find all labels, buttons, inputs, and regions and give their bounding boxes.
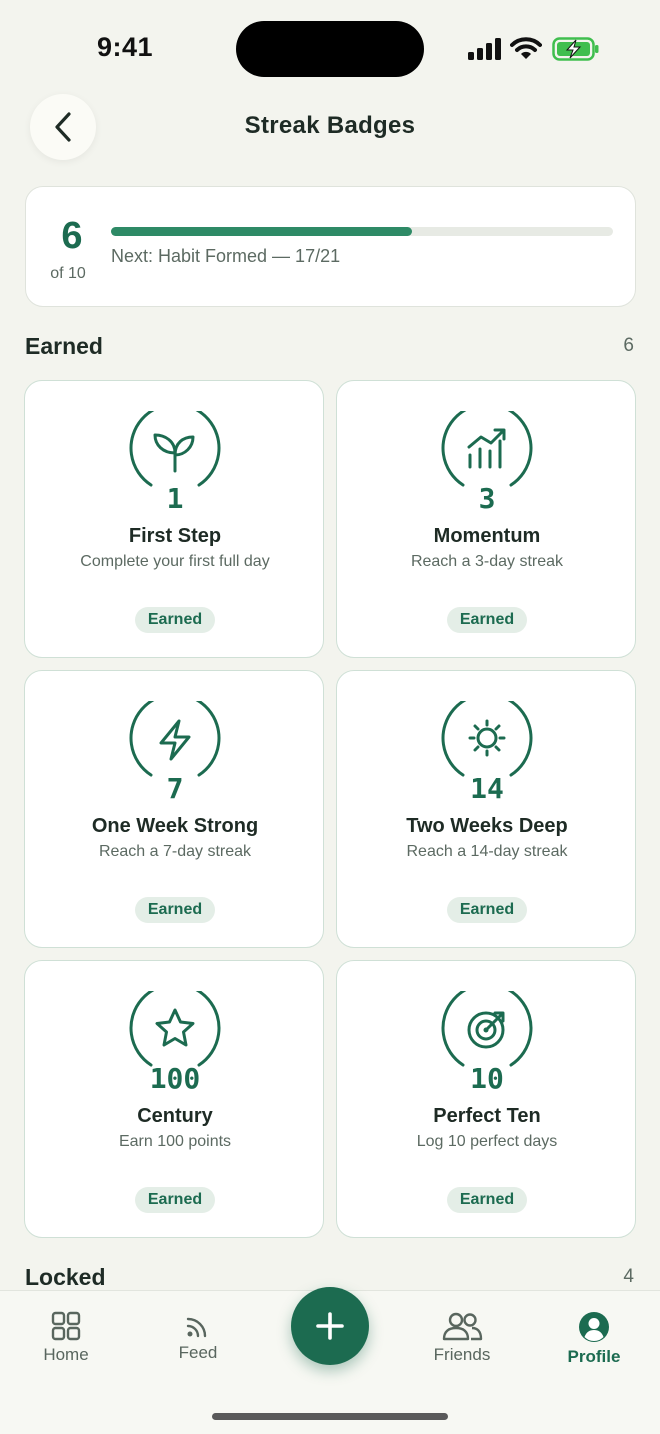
earned-section-header: Earned 6 [25, 333, 636, 363]
badge-name: Perfect Ten [433, 1105, 541, 1127]
tab-profile-label: Profile [567, 1347, 621, 1366]
header: Streak Badges [0, 92, 660, 162]
tab-friends-label: Friends [433, 1345, 491, 1364]
add-button[interactable] [291, 1287, 369, 1365]
locked-section-title: Locked [25, 1264, 106, 1290]
tab-home[interactable]: Home [11, 1311, 121, 1371]
badge-description: Reach a 14-day streak [406, 843, 568, 860]
signal-icon [468, 38, 501, 60]
badge-name: Century [137, 1105, 213, 1127]
badge-name: One Week Strong [91, 815, 259, 837]
badge-number: 14 [470, 772, 504, 805]
badge-number: 7 [166, 772, 184, 805]
progress-card: 6 of 10 Next: Habit Formed — 17/21 [25, 186, 636, 307]
tab-profile[interactable]: Profile [539, 1311, 649, 1371]
progress-fill [111, 227, 413, 236]
locked-section-count: 4 [623, 1266, 634, 1287]
next-badge-label: Next: Habit Formed — 17/21 [111, 246, 341, 266]
feed-icon [186, 1317, 207, 1338]
dynamic-island [236, 21, 424, 77]
badge-card[interactable]: 7 One Week Strong Reach a 7-day streak E… [24, 670, 324, 948]
badge-description: Reach a 3-day streak [410, 553, 564, 570]
status-time: 9:41 [97, 32, 154, 62]
badge-description: Earn 100 points [118, 1133, 232, 1150]
earned-badge-pill: Earned [135, 1187, 215, 1213]
badge-card[interactable]: 10 Perfect Ten Log 10 perfect days Earne… [336, 960, 636, 1238]
earned-badge-pill: Earned [447, 897, 527, 923]
tab-feed[interactable]: Feed [143, 1315, 253, 1375]
badge-number: 10 [470, 1062, 504, 1095]
earned-badge-pill: Earned [135, 897, 215, 923]
tab-home-label: Home [43, 1345, 89, 1364]
earned-badge-pill: Earned [447, 607, 527, 633]
badge-description: Complete your first full day [80, 553, 270, 570]
page-title: Streak Badges [244, 112, 416, 139]
badge-card[interactable]: 1 First Step Complete your first full da… [24, 380, 324, 658]
badge-number: 1 [166, 482, 184, 515]
battery-icon [552, 37, 599, 61]
grid-icon [51, 1311, 81, 1341]
earned-badge-pill: Earned [447, 1187, 527, 1213]
earned-badge-pill: Earned [135, 607, 215, 633]
badge-number: 3 [478, 482, 496, 515]
badge-number: 100 [149, 1062, 201, 1095]
badge-name: First Step [128, 525, 222, 547]
badge-name: Momentum [433, 525, 541, 547]
tab-bar: Home Feed Friends Profile [0, 1287, 660, 1434]
plus-icon [316, 1312, 344, 1340]
profile-icon [579, 1312, 609, 1342]
tab-friends[interactable]: Friends [407, 1311, 517, 1371]
wifi-icon [510, 37, 542, 59]
earned-section-count: 6 [623, 335, 634, 356]
home-indicator [212, 1413, 448, 1420]
people-icon [442, 1312, 483, 1341]
tab-feed-label: Feed [178, 1343, 218, 1362]
status-bar: 9:41 [0, 0, 660, 90]
badge-description: Reach a 7-day streak [98, 843, 252, 860]
earned-count: 6 [61, 215, 83, 257]
badge-card[interactable]: 100 Century Earn 100 points Earned [24, 960, 324, 1238]
earned-section-title: Earned [25, 333, 103, 359]
badge-card[interactable]: 14 Two Weeks Deep Reach a 14-day streak … [336, 670, 636, 948]
progress-track [111, 227, 613, 236]
total-label: of 10 [50, 265, 86, 282]
badge-description: Log 10 perfect days [416, 1133, 558, 1150]
badge-card[interactable]: 3 Momentum Reach a 3-day streak Earned [336, 380, 636, 658]
badge-name: Two Weeks Deep [406, 815, 568, 837]
